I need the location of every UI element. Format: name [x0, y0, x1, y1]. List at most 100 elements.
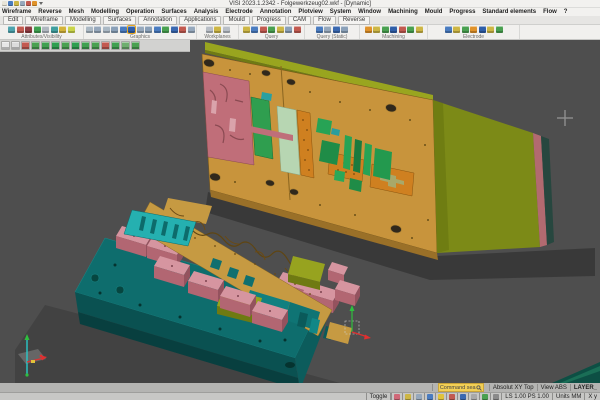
- ribbon-icon[interactable]: [170, 26, 178, 33]
- filter-toolbar-icon[interactable]: [111, 41, 120, 50]
- tab[interactable]: Reverse: [337, 15, 371, 25]
- tab[interactable]: Mould: [223, 15, 250, 25]
- tab[interactable]: CAM: [287, 15, 312, 25]
- ribbon-icon[interactable]: [398, 26, 406, 33]
- filter-toolbar-icon[interactable]: [51, 41, 60, 50]
- tab[interactable]: Progress: [251, 15, 286, 25]
- status-toggle-icon[interactable]: [482, 393, 489, 400]
- filter-toolbar-icon[interactable]: [91, 41, 100, 50]
- ribbon-icon[interactable]: [25, 26, 33, 33]
- ribbon-icon[interactable]: [470, 26, 477, 33]
- status-toggle-icon[interactable]: [394, 393, 401, 400]
- menu-item[interactable]: Surfaces: [161, 9, 186, 15]
- ribbon-icon[interactable]: [153, 26, 161, 33]
- menu-item[interactable]: System: [330, 9, 351, 15]
- menu-item[interactable]: ?: [564, 9, 568, 15]
- view-status[interactable]: View ABS: [536, 384, 570, 391]
- corner-plate-wedge[interactable]: [552, 362, 600, 383]
- status-toggle-icon[interactable]: [438, 393, 445, 400]
- filter-toolbar-icon[interactable]: [101, 41, 110, 50]
- menu-item[interactable]: Machining: [388, 9, 418, 15]
- ribbon-icon[interactable]: [8, 26, 16, 33]
- pale-green-plate[interactable]: [276, 105, 301, 176]
- ribbon-icon[interactable]: [259, 26, 267, 33]
- scale-status[interactable]: LS 1.00 PS 1.00: [501, 393, 552, 400]
- ribbon-icon[interactable]: [67, 26, 75, 33]
- tab[interactable]: Applications: [179, 15, 222, 25]
- upper-die-model[interactable]: [201, 42, 554, 260]
- ribbon-icon[interactable]: [119, 26, 127, 33]
- command-search[interactable]: [431, 383, 489, 392]
- ribbon-icon[interactable]: [268, 26, 275, 33]
- status-toggle-icon[interactable]: [460, 393, 467, 400]
- menu-item[interactable]: Window: [358, 9, 381, 15]
- ribbon-icon[interactable]: [332, 26, 340, 33]
- tab[interactable]: Modelling: [65, 15, 101, 25]
- ribbon-icon[interactable]: [94, 26, 101, 33]
- filter-toolbar-icon[interactable]: [41, 41, 50, 50]
- ribbon-icon[interactable]: [390, 26, 397, 33]
- filter-toolbar-icon[interactable]: [61, 41, 70, 50]
- ribbon-icon[interactable]: [16, 26, 24, 33]
- ribbon-icon[interactable]: [205, 26, 213, 33]
- status-toggle-icon[interactable]: [471, 393, 478, 400]
- ribbon-icon[interactable]: [285, 26, 292, 33]
- filter-toolbar-icon[interactable]: [1, 41, 10, 50]
- ribbon-icon[interactable]: [59, 26, 67, 33]
- tab[interactable]: Surfaces: [102, 15, 137, 25]
- ribbon-icon[interactable]: [415, 26, 423, 33]
- ribbon-icon[interactable]: [145, 26, 152, 33]
- ribbon-icon[interactable]: [341, 26, 349, 33]
- ribbon-icon[interactable]: [102, 26, 110, 33]
- pink-insert-plate[interactable]: [202, 71, 255, 166]
- ribbon-icon[interactable]: [162, 26, 169, 33]
- ribbon-icon[interactable]: [364, 26, 372, 33]
- ribbon-icon[interactable]: [85, 26, 93, 33]
- layer-status[interactable]: LAYER_: [569, 384, 600, 391]
- menu-item[interactable]: Annotation: [260, 9, 292, 15]
- status-toggle-icon[interactable]: [405, 393, 412, 400]
- ribbon-icon[interactable]: [381, 26, 389, 33]
- menu-item[interactable]: Wireframe: [2, 9, 31, 15]
- status-toggle-icon[interactable]: [416, 393, 423, 400]
- ribbon-icon[interactable]: [407, 26, 414, 33]
- ribbon-icon[interactable]: [444, 26, 452, 33]
- ribbon-icon[interactable]: [487, 26, 494, 33]
- toggle-button[interactable]: Toggle: [365, 393, 391, 400]
- tab[interactable]: Flow: [313, 15, 336, 25]
- menu-item[interactable]: Plotview: [298, 9, 322, 15]
- filter-toolbar-icon[interactable]: [121, 41, 130, 50]
- menu-item[interactable]: Analysis: [194, 9, 219, 15]
- ribbon-icon[interactable]: [478, 26, 486, 33]
- ribbon-icon[interactable]: [251, 26, 258, 33]
- ribbon-icon[interactable]: [453, 26, 460, 33]
- filter-toolbar-icon[interactable]: [71, 41, 80, 50]
- ribbon-icon[interactable]: [276, 26, 284, 33]
- tab[interactable]: Annotation: [138, 15, 178, 25]
- tab[interactable]: Wireframe: [25, 15, 64, 25]
- ribbon-icon[interactable]: [242, 26, 250, 33]
- ribbon-icon[interactable]: [187, 26, 195, 33]
- command-search-input[interactable]: [439, 384, 476, 391]
- ribbon-icon[interactable]: [222, 26, 230, 33]
- 3d-viewport[interactable]: [0, 40, 600, 383]
- ribbon-icon[interactable]: [127, 25, 136, 34]
- ribbon-icon[interactable]: [293, 26, 301, 33]
- filter-toolbar-icon[interactable]: [11, 41, 20, 50]
- menu-item[interactable]: Electrode: [225, 9, 252, 15]
- ribbon-icon[interactable]: [315, 26, 323, 33]
- ribbon-icon[interactable]: [373, 26, 380, 33]
- units-status[interactable]: Units MM: [551, 393, 584, 400]
- ribbon-icon[interactable]: [33, 26, 41, 33]
- status-toggle-icon[interactable]: [449, 393, 456, 400]
- menu-item[interactable]: Standard elements: [482, 9, 536, 15]
- ribbon-icon[interactable]: [214, 26, 221, 33]
- menu-item[interactable]: Modelling: [91, 9, 119, 15]
- status-toggle-icon[interactable]: [427, 393, 434, 400]
- menu-item[interactable]: Progress: [449, 9, 475, 15]
- filter-toolbar-icon[interactable]: [81, 41, 90, 50]
- ribbon-icon[interactable]: [42, 26, 50, 33]
- filter-toolbar-icon[interactable]: [21, 41, 30, 50]
- tab[interactable]: Edit: [3, 15, 24, 25]
- menu-item[interactable]: Mould: [425, 9, 443, 15]
